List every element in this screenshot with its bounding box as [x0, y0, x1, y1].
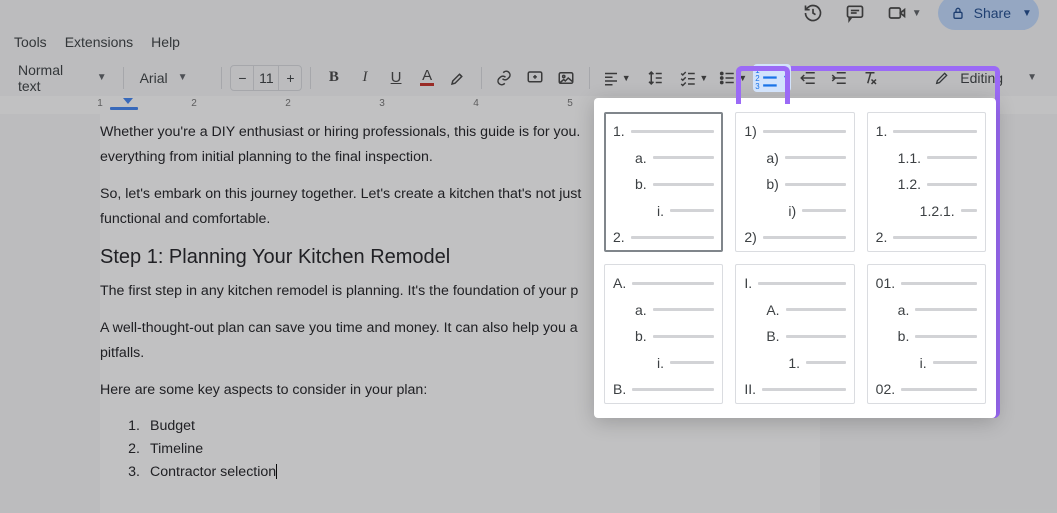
- align-left-icon: [602, 69, 620, 87]
- list-style-option-2[interactable]: 1) a) b) i) 2): [735, 112, 854, 252]
- numbered-list-styles-popup: 1. a. b. i. 2. 1) a) b) i) 2) 1. 1.1. 1.…: [594, 98, 996, 418]
- italic-button[interactable]: I: [350, 64, 379, 92]
- list-style-option-6[interactable]: 01. a. b. i. 02.: [867, 264, 986, 404]
- menu-help[interactable]: Help: [151, 34, 180, 50]
- menu-tools[interactable]: Tools: [14, 34, 47, 50]
- italic-icon: I: [363, 69, 368, 86]
- highlight-button[interactable]: [444, 64, 473, 92]
- chevron-down-icon: ▼: [782, 73, 791, 83]
- separator: [310, 67, 311, 89]
- font-size-stepper: − 11 +: [230, 65, 302, 91]
- list-item[interactable]: 1.Budget: [100, 415, 820, 438]
- indent-icon: [830, 69, 848, 87]
- chevron-down-icon: ▼: [1022, 8, 1032, 19]
- insert-link-button[interactable]: [490, 64, 519, 92]
- list-item[interactable]: 2.Timeline: [100, 438, 820, 461]
- underline-button[interactable]: U: [382, 64, 411, 92]
- outdent-icon: [799, 69, 817, 87]
- underline-icon: U: [391, 69, 402, 86]
- menu-extensions[interactable]: Extensions: [65, 34, 133, 50]
- align-button[interactable]: ▼: [598, 64, 635, 92]
- font-dropdown[interactable]: Arial ▼: [132, 64, 214, 92]
- chevron-down-icon: ▼: [622, 73, 631, 83]
- indent-button[interactable]: [824, 64, 853, 92]
- pencil-icon: [934, 70, 950, 86]
- mode-dropdown[interactable]: Editing ▼: [924, 64, 1047, 92]
- numbered-list-icon: 1 2 3: [753, 64, 780, 91]
- chevron-down-icon: ▼: [738, 73, 747, 83]
- line-spacing-button[interactable]: [637, 64, 674, 92]
- font-size-value[interactable]: 11: [253, 66, 279, 90]
- link-icon: [495, 69, 513, 87]
- bullet-list-button[interactable]: ▼: [714, 64, 751, 92]
- text-color-button[interactable]: A: [413, 64, 442, 92]
- chevron-down-icon: ▼: [699, 73, 708, 83]
- share-label: Share: [974, 5, 1011, 21]
- svg-text:3: 3: [755, 82, 760, 91]
- numbered-list-button[interactable]: 1 2 3 ▼: [753, 64, 791, 92]
- comments-icon[interactable]: [842, 0, 868, 26]
- bold-button[interactable]: B: [319, 64, 348, 92]
- separator: [589, 67, 590, 89]
- checklist-button[interactable]: ▼: [675, 64, 712, 92]
- share-dropdown[interactable]: ▼: [1015, 0, 1039, 30]
- chevron-down-icon: ▼: [178, 72, 188, 83]
- menu-bar: Tools Extensions Help: [0, 26, 1057, 58]
- camera-icon: [884, 0, 910, 26]
- image-icon: [557, 69, 575, 87]
- font-size-decrease[interactable]: −: [231, 70, 253, 86]
- clear-format-icon: [861, 69, 879, 87]
- comment-plus-icon: [526, 69, 544, 87]
- version-history-icon[interactable]: [800, 0, 826, 26]
- font-size-increase[interactable]: +: [279, 70, 301, 86]
- text-color-icon: A: [420, 69, 434, 86]
- separator: [123, 67, 124, 89]
- ordered-list: 1.Budget 2.Timeline 3.Contractor selecti…: [100, 415, 820, 483]
- chevron-down-icon: ▼: [97, 72, 107, 83]
- title-bar: ▼ Share ▼: [0, 0, 1057, 26]
- chevron-down-icon: ▼: [1027, 72, 1037, 83]
- list-style-option-4[interactable]: A. a. b. i. B.: [604, 264, 723, 404]
- list-style-option-1[interactable]: 1. a. b. i. 2.: [604, 112, 723, 252]
- list-style-option-5[interactable]: I. A. B. 1. II.: [735, 264, 854, 404]
- separator: [481, 67, 482, 89]
- bold-icon: B: [329, 69, 339, 86]
- lock-icon: [950, 5, 966, 21]
- checklist-icon: [679, 69, 697, 87]
- outdent-button[interactable]: [793, 64, 822, 92]
- toolbar: Normal text ▼ Arial ▼ − 11 + B I U A ▼ ▼: [0, 58, 1057, 96]
- meet-button[interactable]: ▼: [884, 0, 922, 26]
- paragraph-style-dropdown[interactable]: Normal text ▼: [10, 64, 115, 92]
- share-button[interactable]: Share: [938, 0, 1025, 30]
- line-spacing-icon: [646, 69, 664, 87]
- separator: [221, 67, 222, 89]
- list-item[interactable]: 3.Contractor selection: [100, 461, 820, 484]
- clear-formatting-button[interactable]: [855, 64, 884, 92]
- insert-image-button[interactable]: [552, 64, 581, 92]
- text-cursor: [276, 464, 277, 479]
- highlighter-icon: [449, 69, 467, 87]
- bullet-list-icon: [718, 69, 736, 87]
- add-comment-button[interactable]: [521, 64, 550, 92]
- list-style-option-3[interactable]: 1. 1.1. 1.2. 1.2.1. 2.: [867, 112, 986, 252]
- chevron-down-icon: ▼: [912, 8, 922, 19]
